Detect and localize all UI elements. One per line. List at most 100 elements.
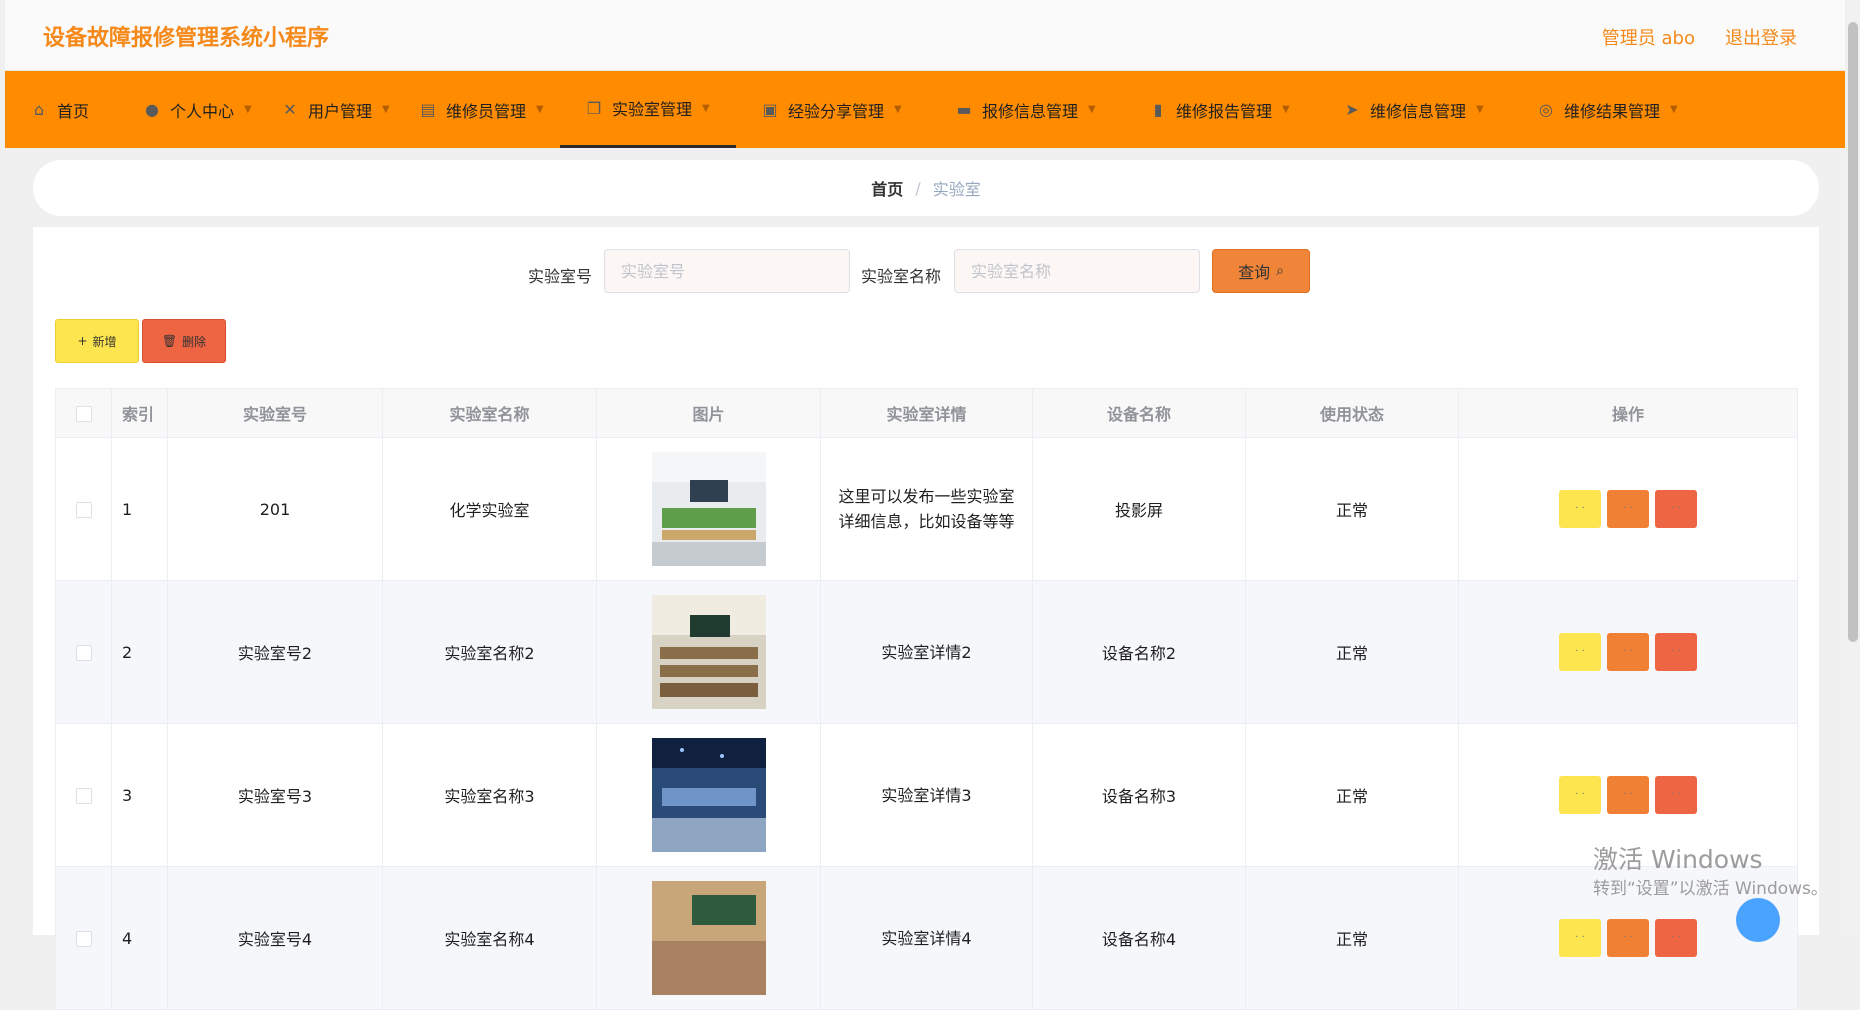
add-button[interactable]: + 新增 <box>55 319 139 363</box>
edit-button[interactable]: · · <box>1607 490 1649 528</box>
floating-assist-button[interactable] <box>1736 898 1780 942</box>
nav-item-label: 经验分享管理 <box>788 101 885 121</box>
nav-item-lab-management[interactable]: ❐ 实验室管理 ▼ <box>560 71 736 148</box>
nav-item-label: 维修结果管理 <box>1564 101 1661 121</box>
cell-index: 3 <box>111 723 168 867</box>
monitor-icon: ▬ <box>956 100 972 119</box>
breadcrumb-current: 实验室 <box>932 180 981 199</box>
room-name-label: 实验室名称 <box>861 267 942 286</box>
nav-item-label: 报修信息管理 <box>982 101 1079 121</box>
row-checkbox[interactable] <box>75 502 92 518</box>
nav-item-repair-result[interactable]: ◎ 维修结果管理 ▼ <box>1512 71 1692 148</box>
activation-watermark-subtitle: 转到“设置”以激活 Windows。 <box>1593 879 1828 899</box>
nav-item-user-management[interactable]: ✕ 用户管理 ▼ <box>256 71 394 148</box>
row-select-cell <box>55 437 112 581</box>
delete-row-button[interactable]: · · <box>1655 490 1697 528</box>
nav-item-maintenance-info[interactable]: ➤ 维修信息管理 ▼ <box>1318 71 1512 148</box>
cell-image <box>596 723 821 867</box>
room-no-input[interactable] <box>604 249 850 293</box>
header-status: 使用状态 <box>1245 388 1459 438</box>
cell-ops: · · · · · · <box>1458 580 1798 724</box>
user-icon: ● <box>145 100 159 119</box>
top-header: 设备故障报修管理系统小程序 管理员 abo 退出登录 <box>5 0 1845 71</box>
nav-item-personal-center[interactable]: ● 个人中心 ▼ <box>118 71 256 148</box>
chevron-down-icon: ▼ <box>1088 104 1096 115</box>
nav-item-label: 维修报告管理 <box>1176 101 1273 121</box>
chevron-down-icon: ▼ <box>244 104 252 115</box>
nav-item-label: 维修信息管理 <box>1370 101 1467 121</box>
room-name-input[interactable] <box>954 249 1200 293</box>
app-title: 设备故障报修管理系统小程序 <box>43 26 330 51</box>
edit-button[interactable]: · · <box>1607 633 1649 671</box>
view-button[interactable]: · · <box>1559 919 1601 957</box>
cell-index: 4 <box>111 866 168 1010</box>
cell-detail: 实验室详情2 <box>820 580 1033 724</box>
search-form: 实验室号 实验室名称 查询 ⌕ <box>33 249 1819 295</box>
cell-room-no: 201 <box>167 437 383 581</box>
scrollbar-thumb[interactable] <box>1848 22 1858 642</box>
breadcrumb: 首页 / 实验室 <box>33 160 1819 216</box>
nav-item-experience-sharing[interactable]: ▣ 经验分享管理 ▼ <box>736 71 930 148</box>
cell-room-name: 实验室名称4 <box>382 866 597 1010</box>
nav-item-home[interactable]: ⌂ 首页 <box>5 71 118 148</box>
header-room-name: 实验室名称 <box>382 388 597 438</box>
lab-photo[interactable] <box>651 595 766 709</box>
page-scrollbar[interactable] <box>1846 0 1860 935</box>
header-ops: 操作 <box>1458 388 1798 438</box>
nav-item-repairman-management[interactable]: ▤ 维修员管理 ▼ <box>394 71 560 148</box>
query-button-label: 查询 <box>1238 263 1271 282</box>
cell-detail: 实验室详情3 <box>820 723 1033 867</box>
logout-link[interactable]: 退出登录 <box>1725 24 1797 50</box>
room-no-label: 实验室号 <box>528 267 593 286</box>
breadcrumb-home[interactable]: 首页 <box>871 176 903 200</box>
chevron-down-icon: ▼ <box>894 104 902 115</box>
main-nav: ⌂ 首页 ● 个人中心 ▼ ✕ 用户管理 ▼ ▤ 维修员管理 ▼ ❐ 实验室管理… <box>5 71 1845 148</box>
edit-button[interactable]: · · <box>1607 776 1649 814</box>
header-device: 设备名称 <box>1032 388 1246 438</box>
compass-icon: ◎ <box>1539 100 1553 119</box>
delete-row-button[interactable]: · · <box>1655 633 1697 671</box>
cell-image <box>596 866 821 1010</box>
current-user-label: 管理员 abo <box>1601 28 1695 49</box>
content-panel: 实验室号 实验室名称 查询 ⌕ + 新增 🗑 删除 索引 实验室号 实验室名称 … <box>33 227 1819 1010</box>
view-button[interactable]: · · <box>1559 490 1601 528</box>
edit-button[interactable]: · · <box>1607 919 1649 957</box>
table-row: 1 201 化学实验室 这里可以发布一些实验室详细信息，比如设备等等 投影屏 正… <box>55 437 1798 581</box>
chevron-down-icon: ▼ <box>1670 104 1678 115</box>
chevron-down-icon: ▼ <box>702 102 710 114</box>
lab-photo[interactable] <box>651 881 766 995</box>
cell-status: 正常 <box>1245 866 1459 1010</box>
view-button[interactable]: · · <box>1559 633 1601 671</box>
chevron-down-icon: ▼ <box>1476 104 1484 115</box>
cell-device: 投影屏 <box>1032 437 1246 581</box>
delete-row-button[interactable]: · · <box>1655 919 1697 957</box>
delete-row-button[interactable]: · · <box>1655 776 1697 814</box>
bar-chart-icon: ▮ <box>1153 100 1163 119</box>
cell-detail: 这里可以发布一些实验室详细信息，比如设备等等 <box>820 437 1033 581</box>
nav-item-repair-info[interactable]: ▬ 报修信息管理 ▼ <box>930 71 1124 148</box>
nav-item-label: 首页 <box>57 101 90 121</box>
delete-button[interactable]: 🗑 删除 <box>142 319 226 363</box>
row-checkbox[interactable] <box>75 645 92 661</box>
cell-device: 设备名称4 <box>1032 866 1246 1010</box>
query-button[interactable]: 查询 ⌕ <box>1212 249 1310 293</box>
users-icon: ✕ <box>283 100 297 119</box>
row-select-cell <box>55 723 112 867</box>
chevron-down-icon: ▼ <box>536 104 544 115</box>
header-detail: 实验室详情 <box>820 388 1033 438</box>
header-room-no: 实验室号 <box>167 388 383 438</box>
view-button[interactable]: · · <box>1559 776 1601 814</box>
cell-status: 正常 <box>1245 580 1459 724</box>
cell-room-no: 实验室号2 <box>167 580 383 724</box>
nav-item-label: 用户管理 <box>308 101 373 121</box>
lab-photo[interactable] <box>651 738 766 852</box>
nav-item-repair-report[interactable]: ▮ 维修报告管理 ▼ <box>1124 71 1318 148</box>
breadcrumb-separator: / <box>915 178 921 198</box>
lab-photo[interactable] <box>651 452 766 566</box>
cell-image <box>596 580 821 724</box>
table-row: 4 实验室号4 实验室名称4 实验室详情4 设备名称4 正常 · · · · · · <box>55 866 1798 1010</box>
row-checkbox[interactable] <box>75 931 92 947</box>
select-all-checkbox[interactable] <box>75 406 92 422</box>
chevron-down-icon: ▼ <box>382 104 390 115</box>
row-checkbox[interactable] <box>75 788 92 804</box>
